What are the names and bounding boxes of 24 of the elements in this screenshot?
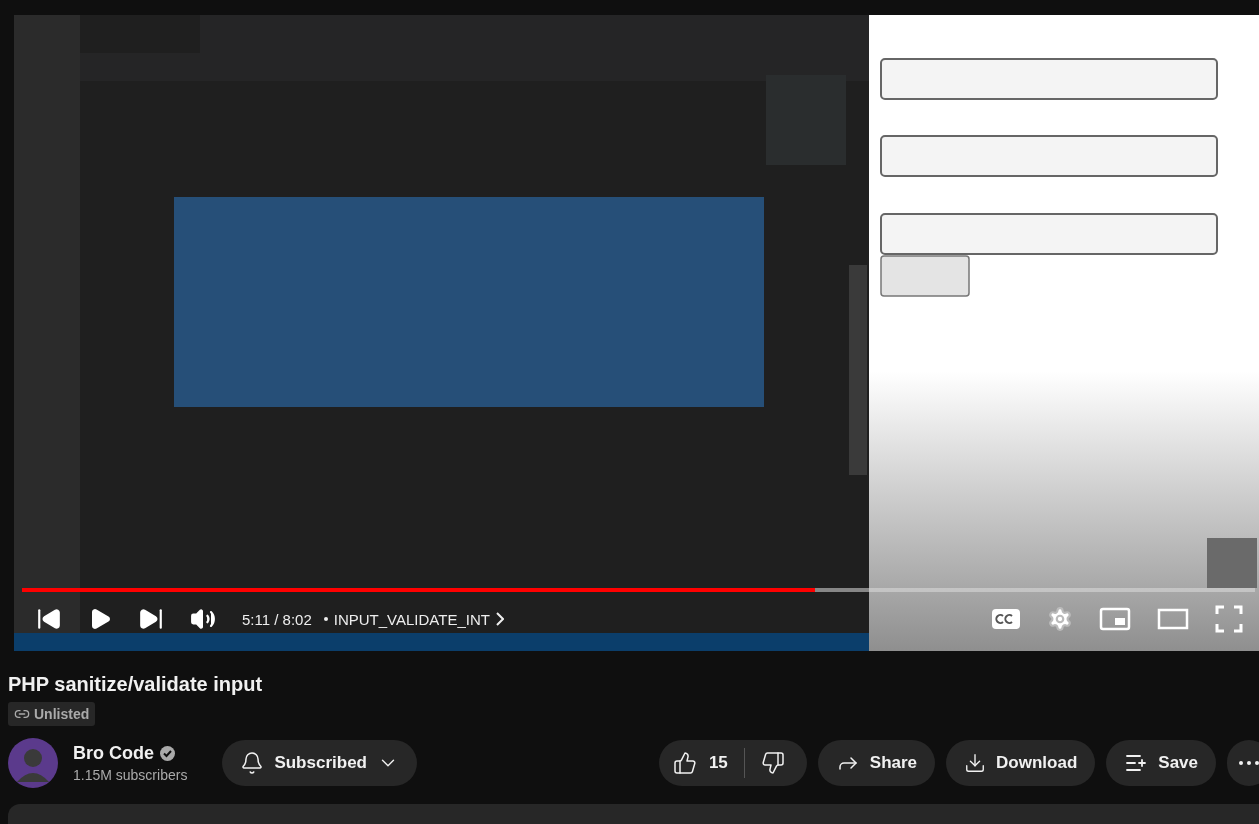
more-button[interactable] bbox=[1227, 740, 1259, 787]
verified-icon bbox=[160, 746, 175, 762]
chevron-right-icon bbox=[495, 612, 504, 627]
subscriber-count: 1.15M subscribers bbox=[73, 767, 188, 784]
thumbs-down-icon bbox=[760, 751, 785, 776]
bell-icon bbox=[240, 751, 265, 776]
download-icon bbox=[964, 752, 987, 775]
theater-mode-icon[interactable] bbox=[1157, 607, 1189, 632]
subscribed-button[interactable]: Subscribed bbox=[222, 740, 417, 787]
thumbs-up-icon bbox=[672, 751, 697, 776]
miniplayer-icon[interactable] bbox=[1099, 606, 1131, 633]
chapter-link[interactable]: INPUT_VALIDATE_INT bbox=[323, 610, 504, 628]
save-button[interactable]: Save bbox=[1106, 740, 1216, 787]
channel-name[interactable]: Bro Code bbox=[73, 743, 154, 765]
video-title: PHP sanitize/validate input bbox=[8, 673, 264, 697]
progress-bar[interactable] bbox=[22, 588, 1255, 593]
more-icon bbox=[1239, 761, 1259, 766]
time-display: 5:11 / 8:02 bbox=[242, 610, 312, 628]
download-button[interactable]: Download bbox=[946, 740, 1096, 787]
captions-icon[interactable] bbox=[991, 607, 1021, 632]
share-button[interactable]: Share bbox=[817, 740, 936, 787]
fullscreen-icon[interactable] bbox=[1215, 605, 1243, 634]
visibility-badge: Unlisted bbox=[8, 702, 96, 727]
settings-icon[interactable] bbox=[1047, 606, 1073, 633]
